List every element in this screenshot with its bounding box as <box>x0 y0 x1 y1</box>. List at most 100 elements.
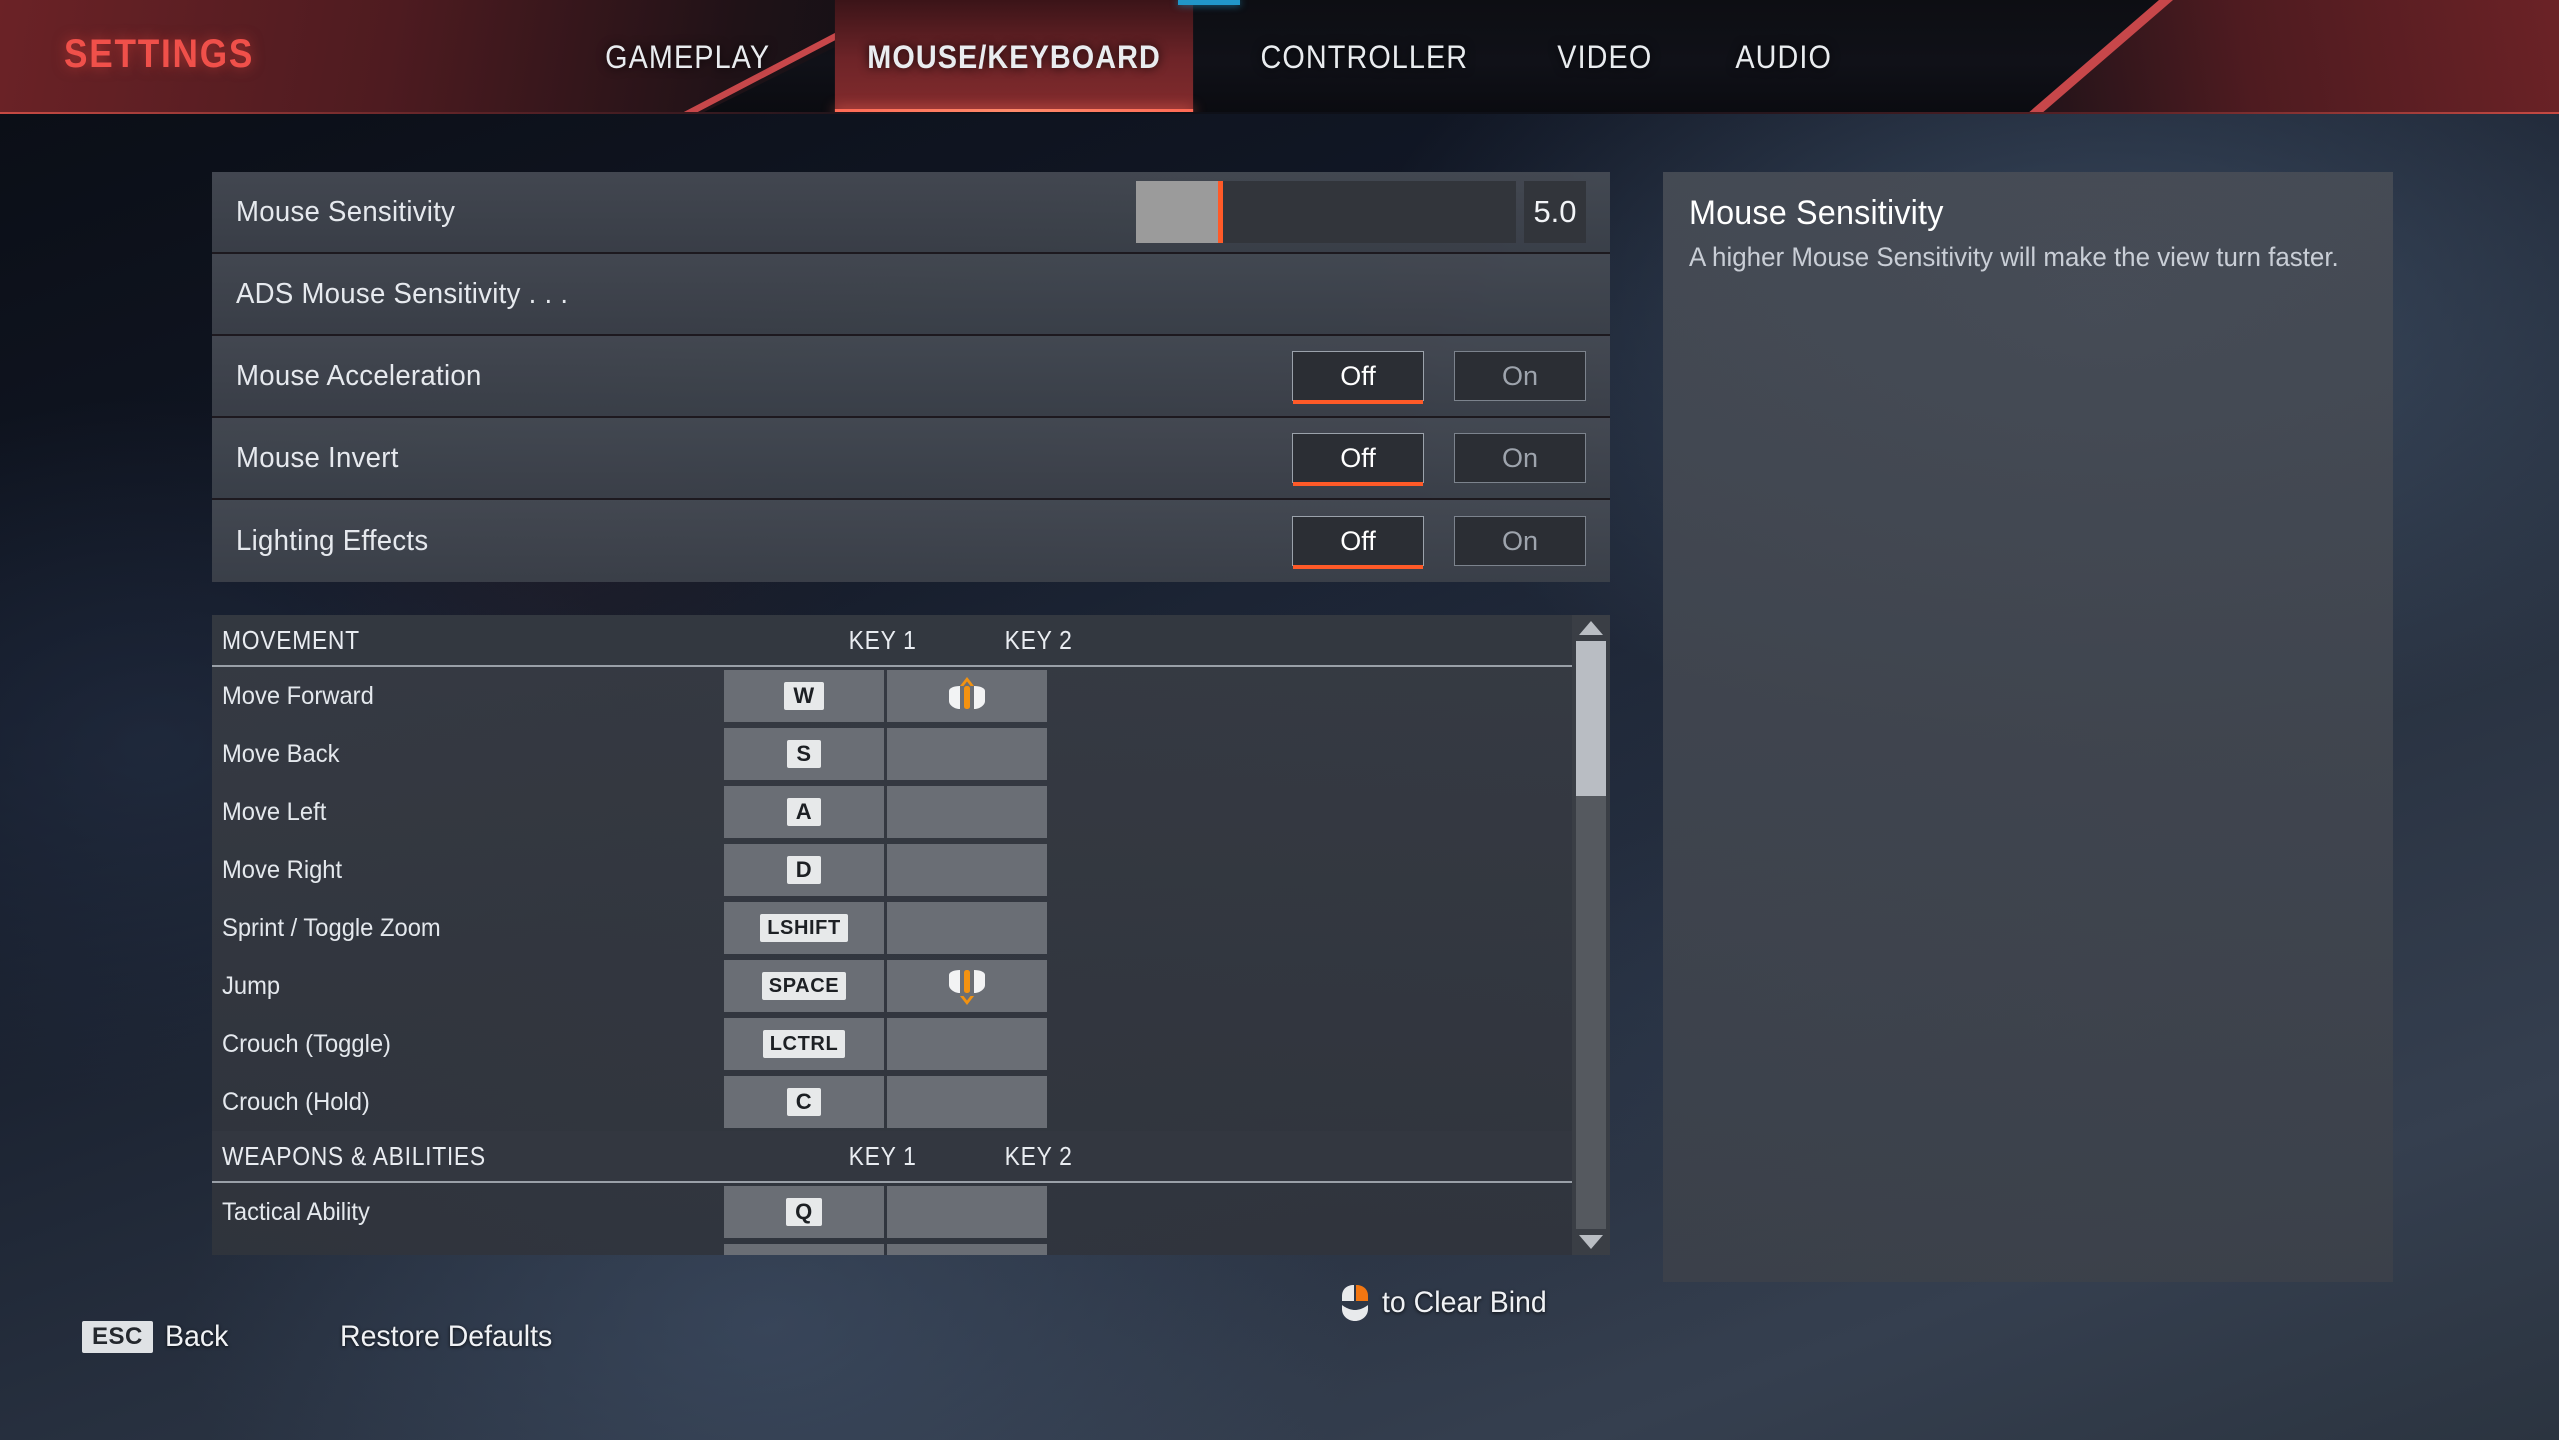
options-panel: Mouse Sensitivity 5.0 ADS Mouse Sensitivit… <box>212 172 1610 582</box>
mouse-wheel-down-icon <box>946 965 988 1007</box>
keybind-cell-key2[interactable] <box>887 670 1047 722</box>
keybind-cells: D <box>724 844 1047 896</box>
option-row[interactable]: Mouse Sensitivity 5.0 <box>212 172 1610 254</box>
keybind-cell-key1[interactable]: LSHIFT <box>724 902 884 954</box>
keybind-cell-key1[interactable]: LCTRL <box>724 1018 884 1070</box>
toggle-on-button[interactable]: On <box>1454 516 1586 566</box>
keybind-cell-key1[interactable]: D <box>724 844 884 896</box>
slider-fill <box>1136 181 1220 243</box>
keybind-cell-key2[interactable] <box>887 1076 1047 1128</box>
toggle-on-button[interactable]: On <box>1454 351 1586 401</box>
keybind-cell-key1[interactable]: Z <box>724 1244 884 1255</box>
mouse-wheel-up-icon <box>946 675 988 717</box>
option-row[interactable]: Mouse Invert Off On <box>212 418 1610 500</box>
option-control: Off On <box>1292 336 1610 416</box>
header-bar: SETTINGS GAMEPLAY MOUSE/KEYBOARD CONTROLLE… <box>0 0 2559 114</box>
keycap: W <box>784 682 824 710</box>
keybind-cell-key2[interactable] <box>887 1018 1047 1070</box>
keybind-cell-key2[interactable] <box>887 902 1047 954</box>
option-label: Mouse Sensitivity <box>236 195 456 228</box>
keybind-cell-key1[interactable]: W <box>724 670 884 722</box>
keycap: LSHIFT <box>760 914 848 942</box>
scroll-down-arrow-icon[interactable] <box>1579 1235 1603 1249</box>
scroll-up-arrow-icon[interactable] <box>1579 621 1603 635</box>
keycap: D <box>786 856 822 884</box>
keybind-cell-key2[interactable] <box>887 960 1047 1012</box>
column-header-key1: KEY 1 <box>848 624 917 655</box>
slider-value: 5.0 <box>1524 181 1586 243</box>
tab-bar: GAMEPLAY MOUSE/KEYBOARD CONTROLLER VIDEO AUD… <box>560 0 1873 114</box>
option-label: Mouse Invert <box>236 441 399 474</box>
keybind-action-label: Tactical Ability <box>222 1197 370 1226</box>
back-button[interactable]: ESC Back <box>82 1320 232 1354</box>
restore-defaults-button[interactable]: Restore Defaults <box>340 1320 552 1354</box>
keybind-cells: LCTRL <box>724 1018 1047 1070</box>
keybind-cell-key2[interactable] <box>887 1244 1047 1255</box>
option-row[interactable]: ADS Mouse Sensitivity . . . <box>212 254 1610 336</box>
keybind-row: Move Forward W <box>212 667 1572 725</box>
keycap: S <box>787 740 821 768</box>
option-control: Off On <box>1292 500 1610 582</box>
keybind-cell-key1[interactable]: Q <box>724 1186 884 1238</box>
slider-track[interactable] <box>1136 181 1516 243</box>
keybind-cell-key2[interactable] <box>887 844 1047 896</box>
tab-gameplay[interactable]: GAMEPLAY <box>573 0 803 114</box>
keybind-cell-key1[interactable]: SPACE <box>724 960 884 1012</box>
tab-label: VIDEO <box>1557 38 1653 75</box>
keybind-cells: SPACE <box>724 960 1047 1012</box>
tab-mouse-keyboard[interactable]: MOUSE/KEYBOARD <box>835 0 1194 114</box>
keybind-row: Crouch (Toggle) LCTRL <box>212 1015 1572 1073</box>
slider-handle[interactable] <box>1217 181 1223 243</box>
keybind-action-label: Move Back <box>222 739 340 768</box>
toggle-off-button[interactable]: Off <box>1292 433 1424 486</box>
keybind-cell-key1[interactable]: C <box>724 1076 884 1128</box>
keybind-row: Ultimate AbilityZ <box>212 1241 1572 1255</box>
toggle-on-button[interactable]: On <box>1454 433 1586 483</box>
toggle-off-button[interactable]: Off <box>1292 516 1424 569</box>
tab-label: MOUSE/KEYBOARD <box>867 38 1162 75</box>
info-panel-description: A higher Mouse Sensitivity will make the… <box>1689 242 2339 272</box>
tab-label: AUDIO <box>1735 38 1832 75</box>
keybind-cell-key2[interactable] <box>887 728 1047 780</box>
keybind-cell-key1[interactable]: A <box>724 786 884 838</box>
option-label: ADS Mouse Sensitivity . . . <box>236 277 569 310</box>
toggle-off-button[interactable]: Off <box>1292 351 1424 404</box>
keybind-section-title: MOVEMENT <box>222 624 360 655</box>
keybind-action-label: Move Right <box>222 855 343 884</box>
tab-controller[interactable]: CONTROLLER <box>1229 0 1501 114</box>
keybind-cells: A <box>724 786 1047 838</box>
keycap: C <box>786 1088 822 1116</box>
info-panel: Mouse Sensitivity A higher Mouse Sensiti… <box>1663 172 2393 1282</box>
keybind-cells: Z <box>724 1244 1047 1255</box>
back-label: Back <box>164 1320 229 1353</box>
option-label: Mouse Acceleration <box>236 359 482 392</box>
clear-bind-hint: to Clear Bind <box>1340 1284 1555 1322</box>
keybind-cell-key1[interactable]: S <box>724 728 884 780</box>
page-title: SETTINGS <box>64 32 255 76</box>
keybind-row: Sprint / Toggle Zoom LSHIFT <box>212 899 1572 957</box>
keybind-section-title: WEAPONS & ABILITIES <box>222 1140 486 1171</box>
column-header-key1: KEY 1 <box>848 1140 917 1171</box>
sensitivity-slider[interactable]: 5.0 <box>1136 181 1586 243</box>
keycap: Q <box>786 1198 822 1226</box>
keybind-cell-key2[interactable] <box>887 786 1047 838</box>
info-panel-title: Mouse Sensitivity <box>1689 194 1944 232</box>
keybind-row: Crouch (Hold) C <box>212 1073 1572 1131</box>
scrollbar-track[interactable] <box>1576 641 1606 1229</box>
tab-audio[interactable]: AUDIO <box>1703 0 1864 114</box>
keybind-row: Move Back S <box>212 725 1572 783</box>
keybind-cells: Q <box>724 1186 1047 1238</box>
tab-label: GAMEPLAY <box>605 38 771 75</box>
keybind-row: Tactical Ability Q <box>212 1183 1572 1241</box>
keybind-cell-key2[interactable] <box>887 1186 1047 1238</box>
tab-video[interactable]: VIDEO <box>1525 0 1685 114</box>
tab-blue-accent-bar <box>1178 0 1240 5</box>
option-row[interactable]: Mouse Acceleration Off On <box>212 336 1610 418</box>
keybind-cells: C <box>724 1076 1047 1128</box>
option-row[interactable]: Lighting Effects Off On <box>212 500 1610 582</box>
scrollbar-thumb[interactable] <box>1576 641 1606 796</box>
keybind-scrollbar[interactable] <box>1572 615 1610 1255</box>
keybind-action-label: Crouch (Hold) <box>222 1087 370 1116</box>
tab-label: CONTROLLER <box>1261 38 1469 75</box>
keybind-action-label: Move Forward <box>222 681 374 710</box>
